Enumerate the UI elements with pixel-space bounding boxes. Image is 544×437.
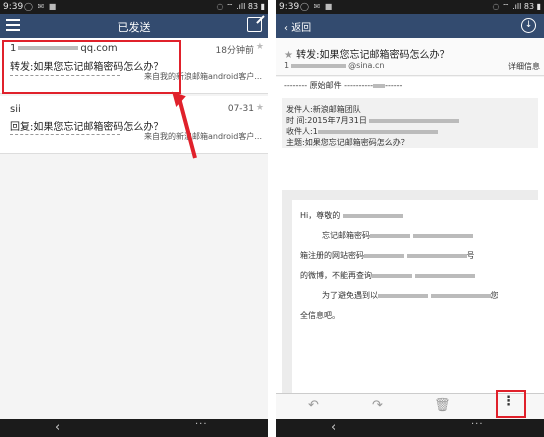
orig-to: 收件人:1 [286, 126, 534, 137]
original-divider: -------- 原始邮件 ---------- ------ [284, 81, 403, 90]
orig-date: 时 间:2015年7月31日 [286, 115, 534, 126]
body-line-4: 为了避免遇到以 [322, 291, 378, 300]
body-line-1: 忘记邮箱密码 [322, 231, 370, 240]
mail-time: 07-31 [227, 104, 254, 114]
delete-icon[interactable]: 🗑 [434, 398, 451, 413]
back-button[interactable]: ‹ 返回 [284, 19, 311, 34]
reply-icon[interactable]: ↶ [308, 398, 319, 413]
star-icon[interactable]: ★ [256, 103, 264, 113]
mail-time: 18分钟前 [215, 46, 254, 56]
status-time: 9:39 [279, 2, 300, 12]
status-bar: 9:39 ◯ ✉ ■ ◌ ⌔ .ıll 83 ▮ [276, 0, 544, 14]
greeting: Hi，尊敬的 [300, 211, 341, 220]
battery-level: 83 [247, 2, 259, 11]
message-from: 1 @sina.cn [284, 61, 385, 70]
star-icon[interactable]: ★ [256, 42, 264, 52]
detail-header: ‹ 返回 ↓ [276, 14, 544, 38]
body-line-2: 箱注册的网站密码 [300, 251, 364, 260]
system-icons: ◌ ⌔ .ıll 83 ▮ [216, 2, 265, 11]
compose-icon[interactable] [247, 17, 262, 32]
notification-icons: ◯ ✉ ■ [300, 2, 334, 11]
orig-subject: 主题:如果您忘记邮箱密码怎么办？ [286, 138, 409, 147]
mail-detail-screen: 9:39 ◯ ✉ ■ ◌ ⌔ .ıll 83 ▮ ‹ 返回 ↓ ★ 转发:如果您… [276, 0, 544, 437]
message-header: ★ 转发:如果您忘记邮箱密码怎么办？ 1 @sina.cn 详细信息 [276, 38, 544, 76]
notification-icons: ◯ ✉ ■ [24, 2, 58, 11]
status-time: 9:39 [3, 2, 24, 12]
sent-mail-list-screen: 9:39 ◯ ✉ ■ ◌ ⌔ .ıll 83 ▮ 已发送 1 qq.com 18分… [0, 0, 268, 437]
message-subject: ★ 转发:如果您忘记邮箱密码怎么办？ [284, 50, 450, 61]
system-nav-bar: ‹ ··· [276, 419, 544, 437]
nav-back-icon[interactable]: ‹ [55, 420, 60, 435]
nav-more-icon[interactable]: ··· [471, 419, 484, 430]
mail-list-item[interactable]: sii 07-31 ★ 回复:如果您忘记邮箱密码怎么办？ 来自我的新浪邮箱and… [0, 96, 268, 154]
highlight-annotation-box [2, 40, 181, 94]
body-line-3: 的微博，不能再查询 [300, 271, 372, 280]
mail-sender: sii [10, 104, 21, 115]
download-icon[interactable]: ↓ [521, 18, 536, 33]
status-bar: 9:39 ◯ ✉ ■ ◌ ⌔ .ıll 83 ▮ [0, 0, 268, 14]
more-options-icon[interactable]: ⋮ [502, 394, 515, 409]
mail-preview: 来自我的新浪邮箱android客户... [144, 132, 262, 141]
system-nav-bar: ‹ ··· [0, 419, 268, 437]
arrow-annotation-icon [172, 91, 197, 159]
original-info-box: 发件人:新浪邮箱团队 时 间:2015年7月31日 收件人:1 主题:如果您忘记… [282, 98, 538, 148]
nav-back-icon[interactable]: ‹ [331, 420, 336, 435]
app-header: 已发送 [0, 14, 268, 38]
details-link[interactable]: 详细信息 [508, 61, 540, 72]
forward-icon[interactable]: ↷ [372, 398, 383, 413]
star-icon[interactable]: ★ [284, 50, 293, 61]
page-title: 已发送 [117, 21, 151, 34]
system-icons: ◌ ⌔ .ıll 83 ▮ [492, 2, 541, 11]
body-line-5: 全信息吧。 [300, 311, 340, 320]
battery-level: 83 [523, 2, 535, 11]
nav-more-icon[interactable]: ··· [195, 419, 208, 430]
orig-from: 发件人:新浪邮箱团队 [286, 105, 361, 114]
